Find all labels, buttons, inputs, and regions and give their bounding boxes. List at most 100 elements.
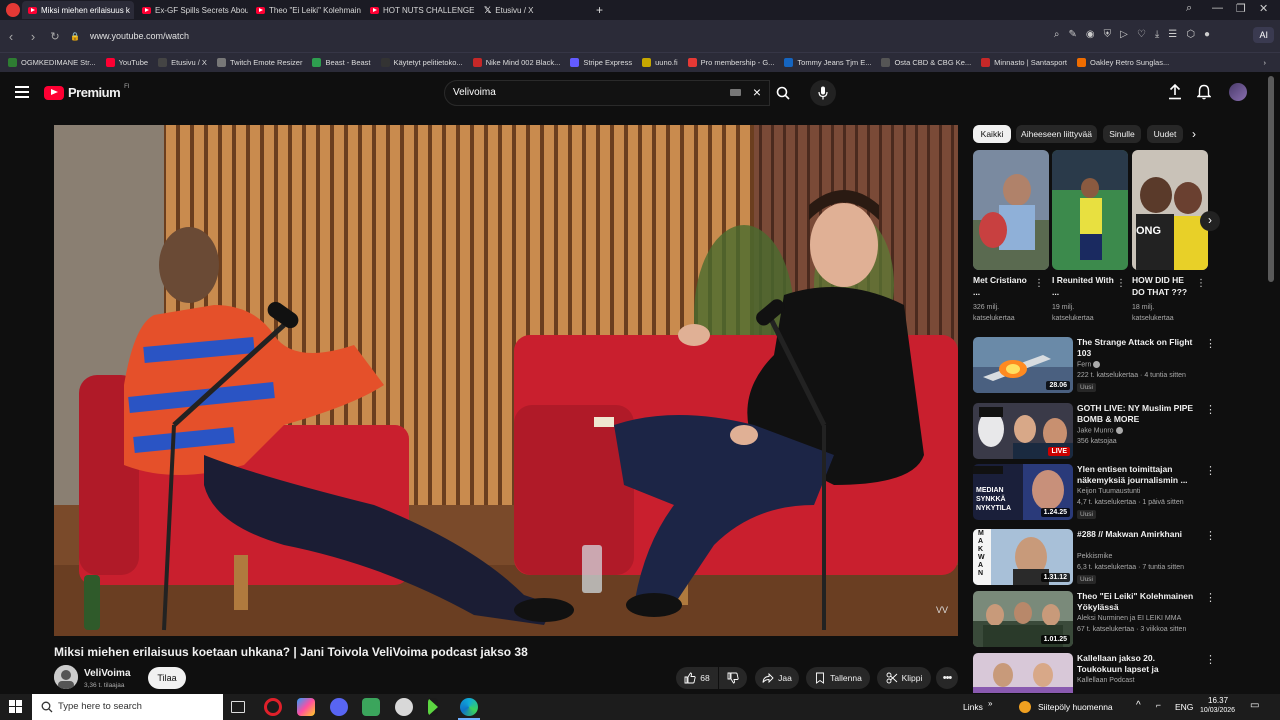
heart-icon[interactable]: ♡ (1137, 29, 1146, 40)
chevron-icon[interactable]: » (988, 699, 992, 708)
youtube-logo[interactable]: Premium FI (44, 84, 129, 100)
clock-date[interactable]: 10/03/2026 (1200, 707, 1235, 714)
like-button[interactable]: 68 (676, 667, 718, 689)
short-title[interactable]: Met Cristiano ... (973, 274, 1035, 298)
recommendation-item[interactable]: 28.06 The Strange Attack on Flight 103 F… (973, 337, 1216, 395)
recommendation-title[interactable]: Theo "Ei Leiki" Kolehmainen Yökylässä (1077, 591, 1199, 613)
page-scrollbar[interactable] (1268, 76, 1274, 282)
more-vert-icon[interactable]: ⋮ (1034, 278, 1044, 289)
short-thumbnail[interactable] (1052, 150, 1128, 270)
short-thumbnail[interactable] (973, 150, 1049, 270)
more-vert-icon[interactable]: ⋮ (1205, 529, 1216, 542)
chip-all[interactable]: Kaikki (973, 125, 1011, 143)
minimize-icon[interactable]: — (1212, 2, 1223, 14)
opera-icon[interactable] (264, 698, 282, 716)
menu-icon[interactable] (15, 86, 29, 98)
search-icon[interactable]: ⌕ (1054, 29, 1060, 40)
more-vert-icon[interactable]: ⋮ (1205, 464, 1216, 477)
browser-menu-icon[interactable] (6, 3, 20, 17)
media-player-icon[interactable] (428, 698, 438, 716)
short-title[interactable]: HOW DID HE DO THAT ??? (1132, 274, 1194, 298)
recommendation-channel[interactable]: Fern (1077, 361, 1101, 368)
bookmark-item[interactable]: Stripe Express (570, 58, 632, 67)
shorts-next-icon[interactable]: › (1200, 211, 1220, 231)
browser-tab[interactable]: HOT NUTS CHALLENGE - (364, 1, 476, 19)
chips-next-icon[interactable]: › (1192, 127, 1196, 141)
dislike-button[interactable] (719, 667, 747, 689)
extension-icon[interactable]: ⬡ (1186, 29, 1195, 40)
browser-tab[interactable]: Miksi miehen erilaisuus k × (22, 1, 134, 19)
recommendation-thumbnail[interactable] (973, 653, 1073, 693)
bookmark-item[interactable]: OGMKEDIMANE Str... (8, 58, 96, 67)
subscribe-button[interactable]: Tilaa (148, 667, 186, 689)
recommendation-title[interactable]: Kallellaan jakso 20. Toukokuun lapset ja… (1077, 653, 1199, 675)
bookmark-item[interactable]: Pro membership - G... (687, 58, 774, 67)
bookmark-item[interactable]: Nike Mind 002 Black... (472, 58, 560, 67)
more-vert-icon[interactable]: ⋮ (1196, 278, 1206, 289)
url-field[interactable]: www.youtube.com/watch (90, 31, 189, 41)
voice-search-button[interactable] (810, 80, 836, 106)
browser-tab[interactable]: Theo "Ei Leiki" Kolehmain (250, 1, 362, 19)
weather-text[interactable]: Siitepöly huomenna (1038, 702, 1113, 712)
reload-icon[interactable]: ↻ (44, 30, 66, 43)
links-toolbar[interactable]: Links (963, 702, 983, 712)
edge-icon[interactable] (460, 698, 478, 716)
short-thumbnail[interactable]: ONG (1132, 150, 1208, 270)
search-tabs-icon[interactable]: ⌕ (1186, 2, 1192, 15)
bookmark-item[interactable]: YouTube (105, 58, 148, 67)
green-app-icon[interactable] (362, 698, 380, 716)
recommendation-item[interactable]: Kallellaan jakso 20. Toukokuun lapset ja… (973, 653, 1213, 693)
tray-expand-icon[interactable]: ^ (1136, 700, 1141, 711)
new-tab-button[interactable]: + (596, 3, 603, 17)
edit-icon[interactable]: ✎ (1069, 29, 1077, 40)
more-vert-icon[interactable]: ⋮ (1116, 278, 1126, 289)
bookmark-item[interactable]: uuno.fi (642, 58, 678, 67)
network-icon[interactable]: ⌐ (1156, 700, 1161, 710)
recommendation-thumbnail[interactable]: 1.01.25 (973, 591, 1073, 647)
browser-tab[interactable]: 𝕏 Etusivu / X (478, 1, 590, 19)
bookmark-item[interactable]: Beast - Beast (312, 58, 371, 67)
recommendation-title[interactable]: Ylen entisen toimittajan näkemyksiä jour… (1077, 464, 1199, 486)
back-icon[interactable]: ‹ (0, 29, 22, 44)
recommendation-thumbnail[interactable]: MEDIAN SYNKKÄ NYKYTILA 1.24.25 (973, 464, 1073, 520)
recommendation-item[interactable]: LIVE GOTH LIVE: NY Muslim PIPE BOMB & MO… (973, 403, 1216, 461)
upload-icon[interactable] (1168, 84, 1182, 100)
notifications-bell-icon[interactable] (1197, 84, 1211, 100)
recommendation-title[interactable]: GOTH LIVE: NY Muslim PIPE BOMB & MORE (1077, 403, 1199, 425)
taskbar-search-box[interactable]: Type here to search (32, 694, 223, 720)
more-actions-button[interactable]: ••• (936, 667, 958, 689)
chip-new[interactable]: Uudet (1147, 125, 1183, 143)
forward-icon[interactable]: › (22, 29, 44, 44)
bookmark-item[interactable]: Tommy Jeans Tjm E... (784, 58, 871, 67)
search-box[interactable]: Velivoima × (444, 80, 770, 106)
app-store-icon[interactable] (297, 698, 315, 716)
recommendation-item[interactable]: MAKWAN 1.31.12 #288 // Makwan Amirkhani … (973, 529, 1216, 587)
discord-icon[interactable] (330, 698, 348, 716)
shield-app-icon[interactable] (395, 698, 413, 716)
recommendation-channel[interactable]: Aleksi Nurminen ja EI LEIKI MMA (1077, 615, 1181, 622)
browser-tab[interactable]: Ex-GF Spills Secrets About (136, 1, 248, 19)
chip-related[interactable]: Aiheeseen liittyvää (1016, 125, 1097, 143)
bookmark-item[interactable]: Minnasto | Santasport (981, 58, 1067, 67)
recommendation-item[interactable]: 1.01.25 Theo "Ei Leiki" Kolehmainen Yöky… (973, 591, 1216, 649)
recommendation-title[interactable]: The Strange Attack on Flight 103 (1077, 337, 1199, 359)
weather-icon[interactable] (1019, 701, 1031, 713)
bookmark-item[interactable]: Osta CBD & CBG Ke... (881, 58, 971, 67)
share-button[interactable]: Jaa (755, 667, 799, 689)
more-vert-icon[interactable]: ⋮ (1205, 403, 1216, 416)
search-button[interactable] (768, 80, 798, 106)
search-input[interactable]: Velivoima (453, 87, 496, 98)
recommendation-thumbnail[interactable]: MAKWAN 1.31.12 (973, 529, 1073, 585)
channel-name[interactable]: VeliVoima (84, 668, 131, 679)
recommendation-channel[interactable]: Pekkismike (1077, 553, 1112, 560)
list-icon[interactable]: ☰ (1168, 29, 1177, 40)
recommendation-channel[interactable]: Kallellaan Podcast (1077, 677, 1135, 684)
more-vert-icon[interactable]: ⋮ (1205, 653, 1213, 666)
account-avatar[interactable] (1229, 83, 1247, 101)
shield-icon[interactable]: ⛨ (1104, 29, 1112, 40)
recommendation-thumbnail[interactable]: 28.06 (973, 337, 1073, 393)
language-indicator[interactable]: ENG (1175, 702, 1193, 712)
download-icon[interactable]: ⤓ (1155, 29, 1159, 40)
recommendation-title[interactable]: #288 // Makwan Amirkhani (1077, 529, 1199, 540)
more-vert-icon[interactable]: ⋮ (1205, 591, 1216, 604)
